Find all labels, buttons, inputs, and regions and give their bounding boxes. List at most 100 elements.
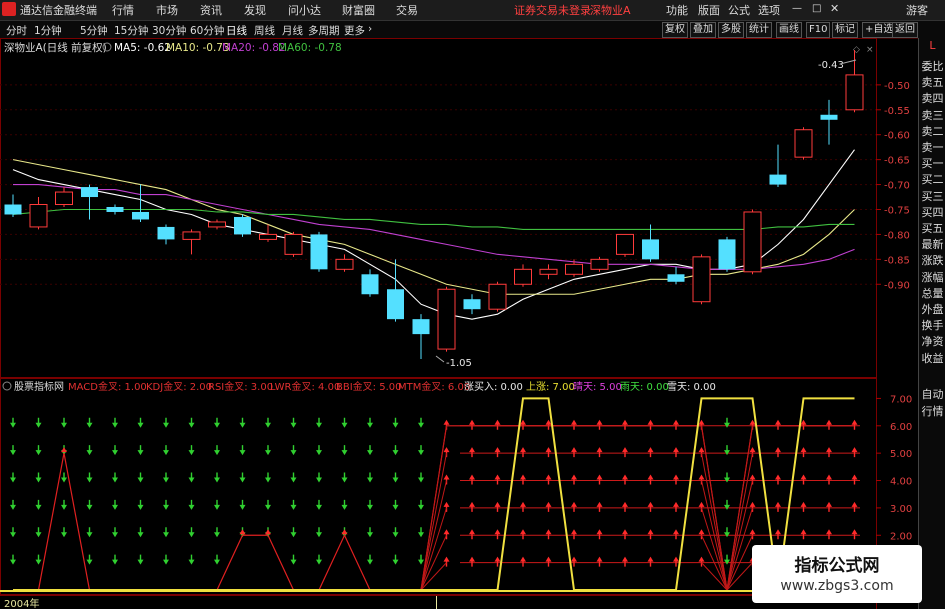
toolbar-draw-button[interactable]: 画线 — [776, 22, 802, 38]
down-arrow-signal — [316, 445, 322, 456]
maximize-icon[interactable]: □ — [812, 3, 821, 14]
tab-60min[interactable]: 60分钟 — [190, 23, 224, 38]
up-arrow-signal — [596, 419, 603, 430]
side-item-12[interactable]: 涨跌 — [920, 252, 945, 268]
up-arrow-signal — [698, 474, 705, 485]
up-arrow-signal — [775, 419, 781, 430]
side-panel-toggle[interactable]: L — [920, 39, 945, 52]
tab-weekly[interactable]: 周线 — [254, 23, 275, 38]
down-arrow-signal — [239, 417, 246, 428]
legend-ma5: MA5: -0.62 — [114, 42, 171, 54]
toolbar-back-button[interactable]: 返回 — [892, 22, 918, 38]
toolbar-stats-button[interactable]: 统计 — [746, 22, 772, 38]
indicator-legend-item-1: KDJ金叉: 2.00 — [146, 380, 212, 393]
up-arrow-signal — [520, 447, 526, 458]
down-arrow-signal — [290, 527, 297, 538]
close-pane-icon[interactable]: × — [866, 45, 874, 55]
down-arrow-signal — [112, 527, 118, 538]
tab-monthly[interactable]: 月线 — [282, 23, 303, 38]
close-icon[interactable]: ✕ — [830, 2, 839, 15]
toolbar-mark-button[interactable]: 标记 — [832, 22, 858, 38]
down-arrow-signal — [35, 417, 42, 428]
side-item-6[interactable]: 买一 — [920, 155, 945, 171]
menu-item-discover[interactable]: 发现 — [244, 2, 266, 18]
side-item-16[interactable]: 换手 — [920, 317, 945, 333]
indicator-settings-icon[interactable] — [2, 381, 12, 391]
down-arrow-signal — [265, 499, 271, 510]
tab-more[interactable]: 更多 — [344, 23, 365, 38]
side-bottom-item-1[interactable]: 行情 — [920, 403, 945, 419]
up-arrow-signal — [647, 419, 654, 430]
down-arrow-signal — [392, 472, 399, 483]
side-item-10[interactable]: 买五 — [920, 220, 945, 236]
tab-multi-period[interactable]: 多周期 — [308, 23, 340, 38]
indicator-legend-item-8: 晴天: 5.00 — [573, 380, 622, 393]
side-item-7[interactable]: 买二 — [920, 171, 945, 187]
menu-item-options[interactable]: 选项 — [758, 2, 780, 18]
menu-item-function[interactable]: 功能 — [666, 2, 688, 18]
down-arrow-signal — [112, 417, 118, 428]
down-arrow-signal — [214, 417, 220, 428]
down-arrow-signal — [137, 417, 144, 428]
side-item-3[interactable]: 卖三 — [920, 107, 945, 123]
up-arrow-signal — [494, 419, 501, 430]
date-label: 2004年 — [4, 597, 39, 609]
minimize-icon[interactable]: — — [792, 3, 802, 14]
toolbar-adjust-button[interactable]: 复权 — [662, 22, 688, 38]
down-arrow-signal — [35, 472, 42, 483]
up-arrow-signal — [826, 419, 832, 430]
toolbar-overlay-button[interactable]: 叠加 — [690, 22, 716, 38]
price-tick-label: -0.80 — [884, 230, 910, 241]
guest-label[interactable]: 游客 — [906, 2, 928, 18]
side-item-11[interactable]: 最新 — [920, 236, 945, 252]
side-item-4[interactable]: 卖二 — [920, 123, 945, 139]
toolbar-multi-stock-button[interactable]: 多股 — [718, 22, 744, 38]
side-item-2[interactable]: 卖四 — [920, 90, 945, 106]
menu-item-market[interactable]: 市场 — [156, 2, 178, 18]
side-item-13[interactable]: 涨幅 — [920, 269, 945, 285]
up-arrow-signal — [469, 529, 475, 540]
trade-status-text[interactable]: 证券交易未登录 — [514, 2, 591, 18]
side-item-14[interactable]: 总量 — [920, 285, 945, 301]
ma-line-ma5 — [12, 149, 855, 320]
menu-item-formula[interactable]: 公式 — [728, 2, 750, 18]
legend-ma10: MA10: -0.73 — [166, 42, 230, 54]
menu-item-news[interactable]: 资讯 — [200, 2, 222, 18]
side-item-17[interactable]: 净资 — [920, 333, 945, 349]
side-item-18[interactable]: 收益 — [920, 350, 945, 366]
down-arrow-signal — [265, 417, 271, 428]
menu-item-layout[interactable]: 版面 — [698, 2, 720, 18]
side-item-8[interactable]: 买三 — [920, 188, 945, 204]
up-arrow-signal — [622, 447, 628, 458]
menu-item-ask[interactable]: 问小达 — [288, 2, 321, 18]
menu-item-trade[interactable]: 交易 — [396, 2, 418, 18]
candle-body-down — [667, 274, 685, 282]
side-item-9[interactable]: 买四 — [920, 204, 945, 220]
chevron-right-icon[interactable]: › — [368, 23, 372, 35]
tab-intraday[interactable]: 分时 — [6, 23, 27, 38]
side-bottom-item-0[interactable]: 自动 — [920, 386, 945, 402]
menu-item-quotes[interactable]: 行情 — [112, 2, 134, 18]
indicator-legend-item-2: RSI金叉: 3.00 — [208, 380, 273, 393]
toolbar-f10-button[interactable]: F10 — [806, 22, 831, 38]
down-arrow-signal — [290, 445, 297, 456]
candle-body-up — [208, 221, 226, 228]
candle-body-up — [565, 263, 583, 275]
tab-daily[interactable]: 日线 — [226, 23, 247, 38]
side-item-5[interactable]: 卖一 — [920, 139, 945, 155]
down-arrow-signal — [367, 554, 373, 565]
tab-1min[interactable]: 1分钟 — [34, 23, 62, 38]
side-item-15[interactable]: 外盘 — [920, 301, 945, 317]
down-arrow-signal — [10, 527, 16, 538]
side-item-1[interactable]: 卖五 — [920, 74, 945, 90]
up-arrow-signal — [622, 419, 628, 430]
chart-area[interactable]: -0.50 -0.55 -0.60 -0.65 -0.70 -0.75 -0.80 -0.85… — [0, 38, 918, 609]
down-arrow-signal — [35, 554, 42, 565]
tab-30min[interactable]: 30分钟 — [152, 23, 186, 38]
tab-15min[interactable]: 15分钟 — [114, 23, 148, 38]
side-item-0[interactable]: 委比 — [920, 58, 945, 74]
menu-item-wealth[interactable]: 财富圈 — [342, 2, 375, 18]
price-tick-label: -0.90 — [884, 280, 910, 291]
up-arrow-signal — [520, 474, 526, 485]
tab-5min[interactable]: 5分钟 — [80, 23, 108, 38]
